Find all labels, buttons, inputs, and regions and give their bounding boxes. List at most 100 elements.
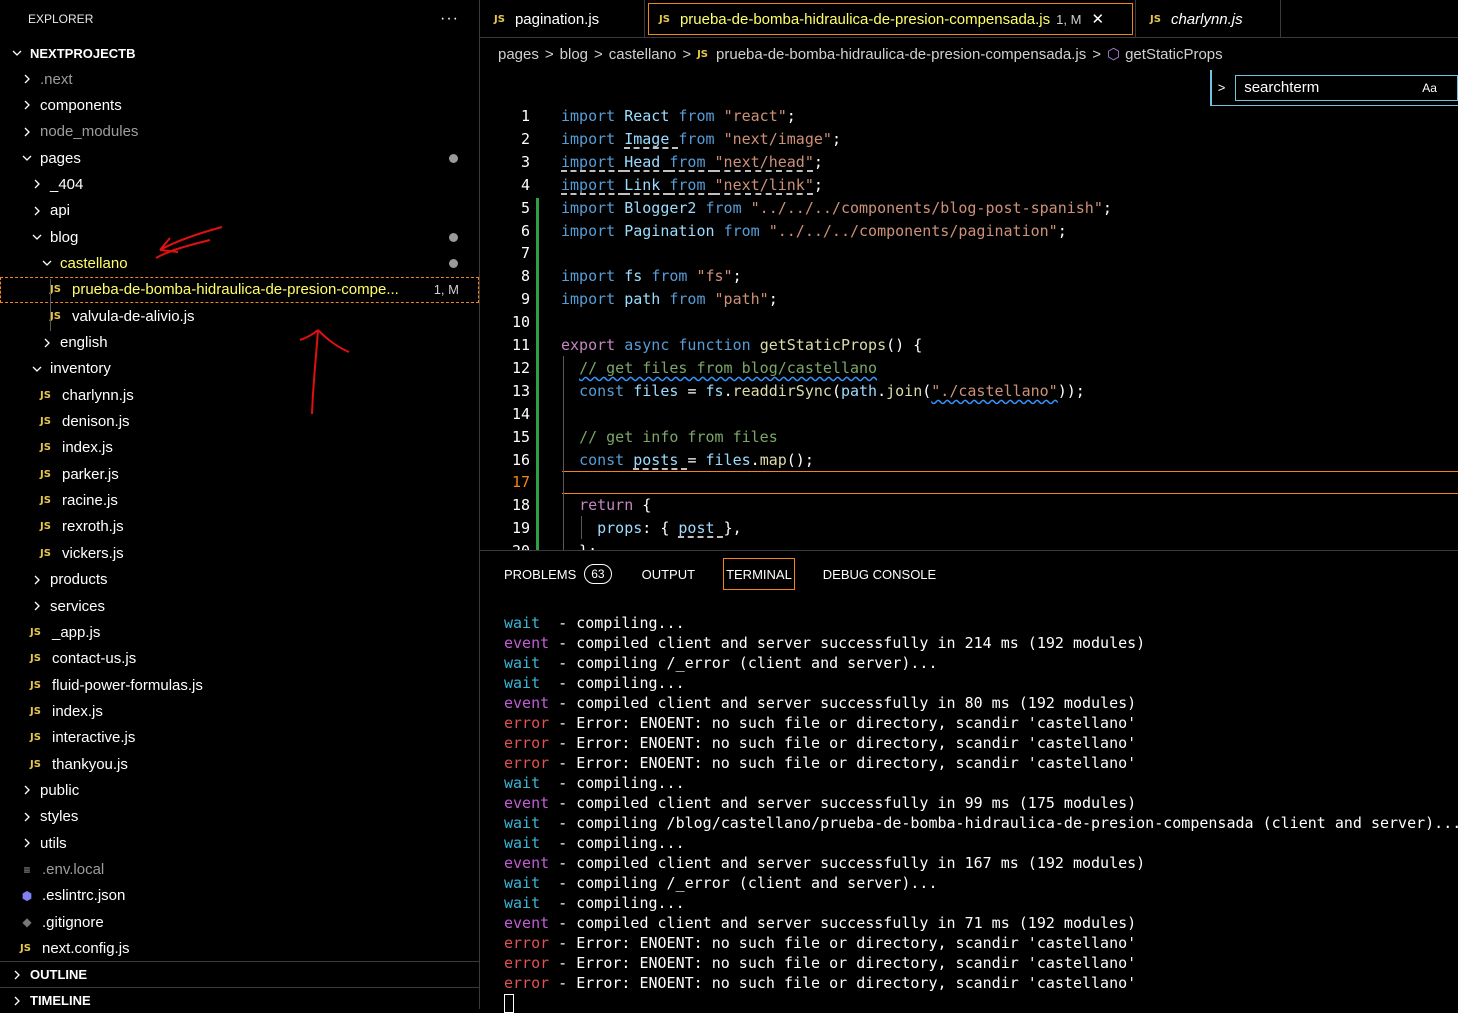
settings-file-icon: ≡	[23, 862, 31, 877]
code-line[interactable]: 14	[480, 403, 1458, 426]
code-token: from	[678, 129, 724, 148]
tab-prueba-de-bomba[interactable]: JS prueba-de-bomba-hidraulica-de-presion…	[645, 0, 1136, 38]
tree-item-parker-js[interactable]: JS parker.js	[0, 461, 479, 487]
tree-root-nextprojectb[interactable]: NEXTPROJECTB	[0, 40, 479, 66]
code-editor[interactable]: 1 import React from "react"; 2 import Image…	[480, 70, 1458, 550]
find-input[interactable]	[1242, 78, 1417, 97]
tree-item-valvula-de-alivio-js[interactable]: JS valvula-de-alivio.js	[0, 303, 479, 329]
code-line[interactable]: 18 return {	[480, 494, 1458, 517]
tree-item-app-js[interactable]: JS _app.js	[0, 619, 479, 645]
tree-item-label: next.config.js	[42, 940, 130, 958]
tab-problems[interactable]: PROBLEMS 63	[504, 560, 612, 588]
tree-item-prueba-de-bomba-hidraulica-de-presion-compe[interactable]: JS prueba-de-bomba-hidraulica-de-presion-…	[0, 276, 479, 303]
tree-item-english[interactable]: english	[0, 330, 479, 356]
code-line[interactable]: 4 import Link from "next/link";	[480, 174, 1458, 197]
code-line[interactable]: 9 import path from "path";	[480, 288, 1458, 311]
terminal-output[interactable]: wait - compiling... event - compiled clie…	[504, 613, 1458, 1013]
tab-label: PROBLEMS	[504, 566, 577, 582]
tree-item-fluid-power-formulas-js[interactable]: JS fluid-power-formulas.js	[0, 672, 479, 698]
tree-item-rexroth-js[interactable]: JS rexroth.js	[0, 514, 479, 540]
timeline-section[interactable]: TIMELINE	[0, 987, 479, 1009]
git-icon: ◆	[22, 915, 32, 930]
terminal-prompt-line[interactable]	[504, 993, 1458, 1013]
tree-item-services[interactable]: services	[0, 593, 479, 619]
tree-item-eslintrc-json[interactable]: ⬢ .eslintrc.json	[0, 883, 479, 909]
code-line[interactable]: 19 props: { post },	[480, 517, 1458, 540]
log-level: wait	[504, 654, 541, 672]
code-line[interactable]: 2 import Image from "next/image";	[480, 128, 1458, 151]
code-token: readdirSync	[732, 381, 832, 400]
tab-pagination[interactable]: JS pagination.js	[480, 0, 645, 38]
tree-item-components[interactable]: components	[0, 92, 479, 118]
tree-item-inventory[interactable]: inventory	[0, 356, 479, 382]
tree-item-contact-us-js[interactable]: JS contact-us.js	[0, 646, 479, 672]
breadcrumb-item[interactable]: castellano	[609, 46, 677, 63]
tree-item-api[interactable]: api	[0, 198, 479, 224]
tree-item-thankyou-js[interactable]: JS thankyou.js	[0, 751, 479, 777]
js-file-icon: JS	[30, 679, 41, 691]
code-line[interactable]: 7	[480, 242, 1458, 265]
tree-item-racine-js[interactable]: JS racine.js	[0, 488, 479, 514]
tree-item-next-config-js[interactable]: JS next.config.js	[0, 936, 479, 962]
tree-item-label: pages	[40, 149, 81, 167]
js-file-icon: JS	[494, 13, 505, 25]
terminal-line: wait - compiling...	[504, 613, 1458, 633]
tree-item-label: vickers.js	[62, 544, 124, 562]
code-line[interactable]: 13 const files = fs.readdirSync(path.joi…	[480, 380, 1458, 403]
tree-item-index-js[interactable]: JS index.js	[0, 435, 479, 461]
tree-item-castellano[interactable]: castellano	[0, 250, 479, 276]
tree-item-public[interactable]: public	[0, 777, 479, 803]
tree-item-pages[interactable]: pages	[0, 145, 479, 171]
tree-item-label: contact-us.js	[52, 650, 137, 668]
tree-item-charlynn-js[interactable]: JS charlynn.js	[0, 382, 479, 408]
tab-terminal[interactable]: TERMINAL	[723, 558, 795, 590]
tree-item-interactive-js[interactable]: JS interactive.js	[0, 725, 479, 751]
code-line[interactable]: 1 import React from "react";	[480, 105, 1458, 128]
log-message: - compiling /_error (client and server).…	[540, 874, 938, 892]
tree-item-label: node_modules	[40, 123, 139, 141]
breadcrumb-symbol[interactable]: getStaticProps	[1125, 46, 1223, 63]
js-file-icon: JS	[40, 468, 51, 480]
tab-debug-console[interactable]: DEBUG CONSOLE	[823, 560, 936, 588]
tab-charlynn[interactable]: JS charlynn.js	[1136, 0, 1281, 38]
code-line[interactable]: 10	[480, 311, 1458, 334]
code-line[interactable]: 11 export async function getStaticProps()…	[480, 334, 1458, 357]
tab-label: charlynn.js	[1170, 10, 1243, 28]
more-actions-icon[interactable]: ···	[440, 10, 459, 28]
section-label: OUTLINE	[30, 967, 88, 982]
tree-item-index-js[interactable]: JS index.js	[0, 698, 479, 724]
tree-item-next[interactable]: .next	[0, 66, 479, 92]
tree-item-gitignore[interactable]: ◆ .gitignore	[0, 909, 479, 935]
tree-item-utils[interactable]: utils	[0, 830, 479, 856]
breadcrumb-item[interactable]: blog	[560, 46, 588, 63]
code-line[interactable]: 6 import Pagination from "../../../compon…	[480, 220, 1458, 243]
breadcrumb-item[interactable]: pages	[498, 46, 539, 63]
tree-item-404[interactable]: _404	[0, 171, 479, 197]
tree-item-blog[interactable]: blog	[0, 224, 479, 250]
code-line[interactable]: 15 // get info from files	[480, 426, 1458, 449]
tree-item-env-local[interactable]: ≡ .env.local	[0, 857, 479, 883]
js-file-icon: JS	[40, 389, 51, 401]
code-line[interactable]: 8 import fs from "fs";	[480, 265, 1458, 288]
code-line[interactable]: 16 const posts = files.map();	[480, 449, 1458, 472]
tree-item-denison-js[interactable]: JS denison.js	[0, 409, 479, 435]
tree-item-products[interactable]: products	[0, 567, 479, 593]
code-line[interactable]: 17	[480, 471, 1458, 494]
tree-item-styles[interactable]: styles	[0, 804, 479, 830]
code-line[interactable]: 12 // get files from blog/castellano	[480, 357, 1458, 380]
code-line[interactable]: 3 import Head from "next/head";	[480, 151, 1458, 174]
tree-item-node-modules[interactable]: node_modules	[0, 119, 479, 145]
code-line[interactable]: 5 import Blogger2 from "../../../componen…	[480, 197, 1458, 220]
toggle-replace-chevron-icon[interactable]: >	[1212, 80, 1231, 95]
tree-item-vickers-js[interactable]: JS vickers.js	[0, 540, 479, 566]
code-line[interactable]: 20 };	[480, 540, 1458, 550]
code-token: "react"	[723, 107, 787, 125]
breadcrumb-file[interactable]: prueba-de-bomba-hidraulica-de-presion-co…	[716, 46, 1086, 63]
close-icon[interactable]: ✕	[1091, 10, 1104, 28]
modified-dot-icon	[449, 232, 458, 242]
tab-output[interactable]: OUTPUT	[642, 560, 695, 588]
outline-section[interactable]: OUTLINE	[0, 961, 479, 987]
match-case-toggle[interactable]: Aa	[1422, 81, 1437, 95]
js-file-icon: JS	[40, 442, 51, 454]
